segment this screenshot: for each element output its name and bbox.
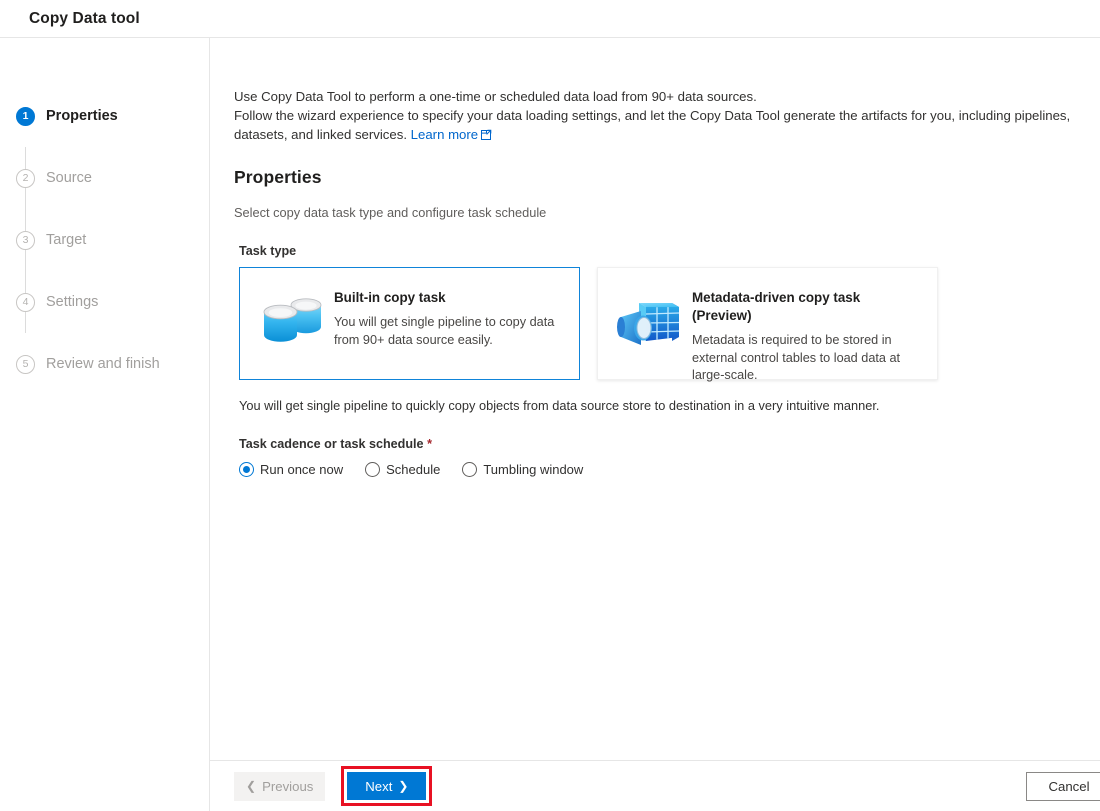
sidebar-step-properties[interactable]: 1 Properties: [0, 85, 209, 147]
chevron-right-icon: ❯: [398, 779, 409, 793]
task-cadence-label-text: Task cadence or task schedule: [239, 437, 424, 451]
sidebar-step-review-and-finish[interactable]: 5 Review and finish: [0, 333, 209, 395]
step-number-badge: 3: [16, 230, 35, 250]
chevron-left-icon: ❮: [246, 779, 257, 793]
step-number-badge: 5: [16, 354, 35, 374]
page-subtitle: Select copy data task type and configure…: [234, 205, 547, 220]
radio-indicator: [365, 462, 381, 477]
step-label: Review and finish: [46, 356, 160, 372]
radio-indicator: [239, 462, 254, 477]
previous-button-label: Previous: [262, 778, 314, 794]
wizard-sidebar: 1 Properties 2 Source 3 Target 4 Setting…: [0, 38, 210, 811]
card-text-block: Built-in copy task You will get single p…: [330, 284, 565, 349]
step-number-badge: 4: [16, 292, 35, 312]
card-description: Metadata is required to be stored in ext…: [692, 333, 901, 382]
next-button[interactable]: Next ❯: [347, 772, 427, 800]
required-marker: *: [427, 437, 432, 451]
card-description: You will get single pipeline to copy dat…: [334, 315, 555, 347]
step-label: Settings: [46, 294, 99, 310]
page-title: Properties: [234, 167, 322, 187]
step-label: Target: [46, 232, 87, 248]
cancel-button-label: Cancel: [1048, 779, 1090, 794]
step-number-badge: 2: [16, 168, 35, 188]
metadata-table-search-icon: [612, 286, 688, 362]
main-content: Use Copy Data Tool to perform a one-time…: [210, 38, 1100, 760]
next-button-label: Next: [365, 778, 393, 794]
learn-more-link[interactable]: Learn more: [411, 127, 478, 142]
task-type-card-group: Built-in copy task You will get single p…: [234, 267, 1082, 382]
radio-tumbling-window[interactable]: Tumbling window: [462, 462, 583, 477]
main-column: Use Copy Data Tool to perform a one-time…: [210, 38, 1100, 811]
radio-indicator: [462, 462, 478, 477]
task-type-card-built-in-copy-task[interactable]: Built-in copy task You will get single p…: [239, 267, 580, 380]
radio-run-once-now[interactable]: Run once now: [239, 462, 343, 477]
task-cadence-radio-group: Run once now Schedule Tumbling window: [234, 462, 1082, 477]
sidebar-step-settings[interactable]: 4 Settings: [0, 271, 209, 333]
task-type-card-metadata-driven-copy-task[interactable]: Metadata-driven copy task (Preview) Meta…: [597, 267, 938, 382]
task-type-label: Task type: [239, 244, 297, 258]
sidebar-step-target[interactable]: 3 Target: [0, 209, 209, 271]
next-button-highlight-box: Next ❯: [341, 766, 433, 806]
step-number-badge: 1: [16, 106, 35, 126]
wizard-footer: ❮ Previous Next ❯ Cancel: [210, 760, 1100, 811]
task-type-helper-text: You will get single pipeline to quickly …: [239, 398, 880, 413]
intro-line-1: Use Copy Data Tool to perform a one-time…: [234, 89, 757, 104]
intro-line-2: Follow the wizard experience to specify …: [234, 108, 1071, 142]
step-label: Properties: [46, 108, 118, 124]
task-cadence-label: Task cadence or task schedule *: [234, 437, 1082, 451]
radio-label: Run once now: [260, 462, 344, 477]
wizard-steps: 1 Properties 2 Source 3 Target 4 Setting…: [0, 85, 209, 395]
radio-schedule[interactable]: Schedule: [365, 462, 440, 477]
previous-button[interactable]: ❮ Previous: [234, 771, 326, 801]
database-copy-icon: [254, 286, 330, 362]
window-titlebar: Copy Data tool: [0, 0, 1100, 38]
content-inner: Use Copy Data Tool to perform a one-time…: [210, 87, 1100, 477]
sidebar-step-source[interactable]: 2 Source: [0, 147, 209, 209]
card-title: Metadata-driven copy task (Preview): [692, 290, 861, 323]
window-title: Copy Data tool: [29, 9, 140, 27]
step-label: Source: [46, 170, 92, 186]
radio-label: Schedule: [386, 462, 441, 477]
radio-label: Tumbling window: [483, 462, 584, 477]
copy-data-tool-window: Copy Data tool 1 Properties 2 Source 3 T…: [0, 0, 1100, 811]
card-text-block: Metadata-driven copy task (Preview) Meta…: [688, 284, 923, 385]
card-title: Built-in copy task: [334, 290, 446, 305]
intro-paragraph: Use Copy Data Tool to perform a one-time…: [234, 87, 1082, 145]
window-body: 1 Properties 2 Source 3 Target 4 Setting…: [0, 38, 1100, 811]
external-link-icon: [481, 126, 492, 145]
cancel-button[interactable]: Cancel: [1026, 772, 1100, 801]
